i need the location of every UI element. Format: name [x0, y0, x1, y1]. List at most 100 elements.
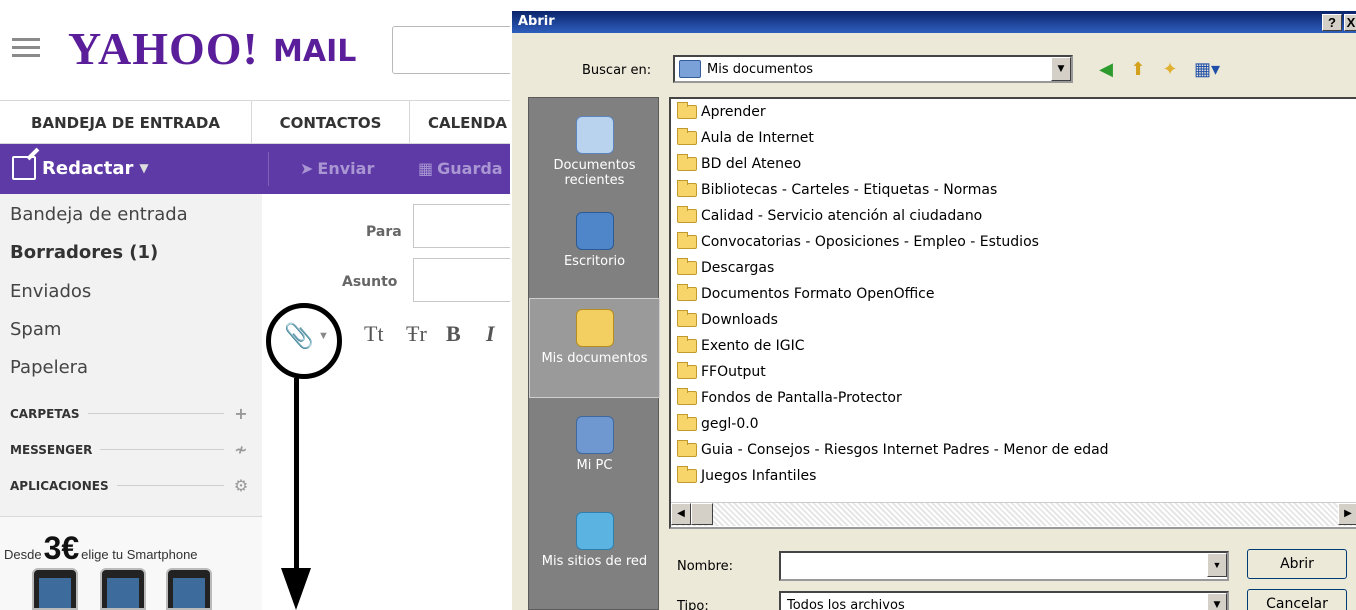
place-desktop[interactable]: Escritorio: [529, 212, 660, 269]
search-input[interactable]: [392, 26, 522, 74]
list-item[interactable]: Fondos de Pantalla-Protector: [677, 385, 902, 411]
place-my-pc[interactable]: Mi PC: [529, 416, 660, 473]
save-button[interactable]: ▦ Guarda: [418, 159, 503, 178]
tab-calendar[interactable]: CALENDA: [410, 101, 520, 145]
to-label: Para: [366, 224, 402, 240]
chevron-down-icon[interactable]: ▼: [1207, 553, 1227, 577]
place-my-pc-label: Mi PC: [576, 458, 613, 473]
look-in-select[interactable]: Mis documentos ▼: [673, 55, 1073, 83]
back-icon[interactable]: ◀: [1094, 58, 1118, 80]
my-documents-icon: [679, 60, 701, 78]
folder-icon: [677, 232, 697, 249]
view-menu-icon[interactable]: ▦▾: [1190, 58, 1224, 80]
section-messenger[interactable]: MESSENGER ≁: [10, 440, 250, 459]
list-item[interactable]: Documentos Formato OpenOffice: [677, 281, 934, 307]
status-icon[interactable]: ≁: [232, 440, 250, 459]
scroll-right-icon[interactable]: ▶: [1338, 503, 1356, 525]
place-my-documents[interactable]: Mis documentos: [529, 298, 660, 398]
annotation-arrow: [294, 378, 299, 578]
list-item[interactable]: Downloads: [677, 307, 778, 333]
chevron-down-icon[interactable]: ▼: [1051, 57, 1071, 81]
folder-icon: [677, 128, 697, 145]
tab-inbox[interactable]: BANDEJA DE ENTRADA: [0, 101, 252, 145]
list-item[interactable]: Juegos Infantiles: [677, 463, 816, 489]
recent-documents-icon: [575, 116, 614, 154]
folder-icon: [677, 362, 697, 379]
italic-button[interactable]: I: [486, 321, 495, 347]
section-apps-label: APLICACIONES: [10, 478, 109, 493]
list-item[interactable]: Descargas: [677, 255, 774, 281]
folder-drafts[interactable]: Borradores (1): [10, 242, 158, 263]
new-folder-icon[interactable]: ✦: [1158, 58, 1182, 80]
file-name-input[interactable]: ▼: [779, 551, 1229, 581]
font-style-button[interactable]: Ŧr: [406, 321, 427, 347]
folder-icon: [677, 414, 697, 431]
place-recent[interactable]: Documentos recientes: [529, 116, 660, 188]
horizontal-scrollbar[interactable]: ◀ ▶: [671, 502, 1356, 526]
list-item[interactable]: Aula de Internet: [677, 125, 814, 151]
ad-price: 3€: [43, 530, 80, 566]
section-apps[interactable]: APLICACIONES ⚙: [10, 476, 250, 495]
folder-icon: [677, 440, 697, 457]
folder-spam[interactable]: Spam: [10, 319, 61, 340]
bold-button[interactable]: B: [446, 321, 461, 347]
gear-icon[interactable]: ⚙: [232, 476, 250, 495]
computer-icon: [575, 416, 614, 454]
top-tabs: BANDEJA DE ENTRADA CONTACTOS CALENDA: [0, 100, 520, 145]
chevron-down-icon[interactable]: ▼: [1207, 593, 1227, 610]
list-item[interactable]: gegl-0.0: [677, 411, 759, 437]
my-documents-folder-icon: [575, 309, 614, 347]
send-label: Enviar: [317, 159, 375, 178]
list-item[interactable]: Guia - Consejos - Riesgos Internet Padre…: [677, 437, 1109, 463]
plus-icon[interactable]: +: [232, 404, 250, 423]
section-folders[interactable]: CARPETAS +: [10, 404, 250, 423]
subject-input[interactable]: [413, 258, 523, 302]
send-button[interactable]: ➤ Enviar: [300, 159, 374, 178]
toolbar-divider: [268, 152, 269, 186]
ad-text: Desde 3€ elige tu Smartphone: [4, 530, 198, 567]
folder-icon: [677, 206, 697, 223]
list-item[interactable]: FFOutput: [677, 359, 766, 385]
folder-icon: [677, 154, 697, 171]
list-item[interactable]: Bibliotecas - Carteles - Etiquetas - Nor…: [677, 177, 997, 203]
help-button[interactable]: ?: [1322, 14, 1342, 31]
folder-icon: [677, 258, 697, 275]
place-desktop-label: Escritorio: [563, 254, 626, 269]
font-size-button[interactable]: Tt: [364, 321, 384, 347]
list-item[interactable]: Exento de IGIC: [677, 333, 805, 359]
desktop-icon: [575, 212, 614, 250]
folder-trash[interactable]: Papelera: [10, 357, 88, 378]
folder-sent[interactable]: Enviados: [10, 281, 91, 302]
place-network-label: Mis sitios de red: [541, 554, 648, 569]
up-folder-icon[interactable]: ⬆: [1126, 58, 1150, 80]
dialog-titlebar[interactable]: Abrir ? X: [512, 11, 1356, 33]
place-network[interactable]: Mis sitios de red: [529, 512, 660, 569]
places-bar: Documentos recientes Escritorio Mis docu…: [528, 97, 660, 610]
dialog-title: Abrir: [518, 14, 555, 29]
open-button[interactable]: Abrir: [1247, 549, 1347, 579]
subject-label: Asunto: [342, 274, 398, 290]
cancel-button[interactable]: Cancelar: [1247, 589, 1347, 610]
menu-icon[interactable]: [12, 38, 40, 60]
compose-icon: [12, 156, 36, 180]
scroll-thumb[interactable]: [691, 503, 713, 525]
close-button[interactable]: X: [1344, 14, 1356, 31]
send-icon: ➤: [300, 159, 314, 178]
yahoo-logo: YAHOO!: [68, 23, 259, 74]
compose-toolbar: Redactar ▼ ➤ Enviar ▦ Guarda: [0, 144, 520, 194]
list-item[interactable]: Aprender: [677, 99, 766, 125]
ad-prefix: Desde: [4, 547, 42, 562]
list-item[interactable]: Calidad - Servicio atención al ciudadano: [677, 203, 982, 229]
list-item[interactable]: Convocatorias - Oposiciones - Empleo - E…: [677, 229, 1039, 255]
folder-inbox[interactable]: Bandeja de entrada: [10, 204, 188, 225]
folder-icon: [677, 310, 697, 327]
tab-contacts[interactable]: CONTACTOS: [252, 101, 410, 145]
open-file-dialog: Abrir ? X Buscar en: Mis documentos ▼ ◀ …: [510, 11, 1356, 610]
compose-button[interactable]: Redactar ▼: [12, 156, 149, 180]
scroll-left-icon[interactable]: ◀: [671, 503, 691, 525]
save-icon: ▦: [418, 159, 434, 178]
file-type-select[interactable]: Todos los archivos ▼: [779, 591, 1229, 610]
to-input[interactable]: [413, 204, 523, 248]
section-divider: [100, 449, 224, 450]
list-item[interactable]: BD del Ateneo: [677, 151, 801, 177]
